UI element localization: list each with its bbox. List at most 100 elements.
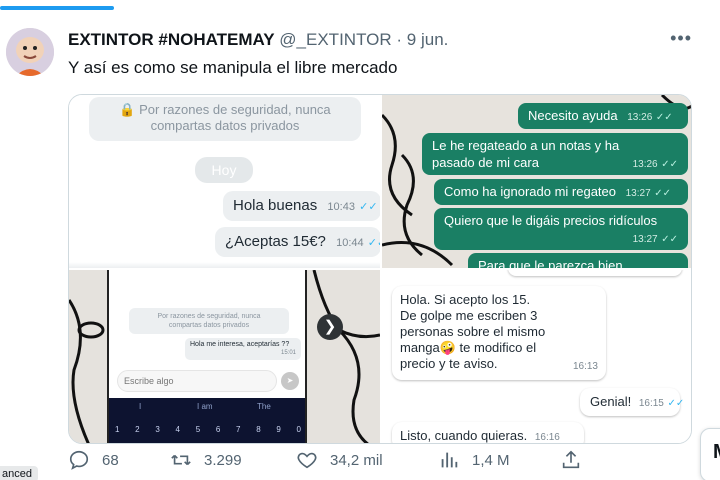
retweet-icon: [171, 454, 191, 466]
chat-bubble: Le he regateado a un notas y ha pasado d…: [422, 133, 688, 175]
message-time: 16:15: [638, 398, 664, 409]
action-bar: 68 3.299 34,2 mil 1,4 M: [68, 448, 588, 472]
keyboard-suggestion: The: [257, 402, 271, 411]
message-time: 16:16: [534, 432, 560, 443]
tab-indicator: [0, 6, 114, 10]
read-ticks-icon: ✓✓: [359, 201, 378, 213]
read-ticks-icon: ✓✓: [661, 159, 678, 170]
read-ticks-icon: ✓✓: [367, 237, 380, 249]
message-line: De golpe me escriben 3: [400, 308, 538, 323]
message-line: manga: [400, 340, 440, 355]
message-line: personas sobre el mismo: [400, 324, 546, 339]
chat-bubble: Quiero que le digáis precios ridículos 1…: [434, 208, 688, 250]
message-text: Genial!: [590, 394, 632, 409]
chat-bubble-partial: [508, 270, 682, 276]
tweet-text: Y así es como se manipula el libre merca…: [68, 58, 398, 77]
display-name[interactable]: EXTINTOR #NOHATEMAY: [68, 30, 275, 49]
message-text: Quiero que le digáis precios ridículos: [444, 213, 658, 228]
key: 6: [215, 425, 221, 434]
chat-bubble: Hola buenas 10:43 ✓✓: [223, 191, 380, 221]
message-input: Escribe algo: [117, 370, 277, 392]
share-button[interactable]: [560, 448, 594, 472]
message-text-2: pasado de mi cara: [432, 155, 539, 170]
message-time: 13:27: [632, 234, 658, 245]
message-time: 16:13: [572, 361, 598, 372]
media-image-3[interactable]: Por razones de seguridad, nunca comparta…: [69, 270, 380, 443]
edge-chip[interactable]: anced: [0, 466, 38, 480]
notice-line-1: Por razones de seguridad, nunca: [139, 102, 331, 117]
chevron-right-icon[interactable]: ❯: [317, 314, 343, 340]
read-ticks-icon: ✓✓: [654, 188, 672, 199]
key: 5: [195, 425, 201, 434]
views-button[interactable]: 1,4 M: [438, 448, 510, 472]
key: 0: [296, 425, 301, 434]
more-horizontal-icon[interactable]: •••: [670, 28, 692, 49]
phone-screenshot: Por razones de seguridad, nunca comparta…: [107, 270, 307, 443]
chat-bubble: Listo, cuando quieras. 16:16: [392, 422, 584, 443]
send-icon: ➤: [281, 372, 299, 390]
message-time: 13:26: [632, 159, 658, 170]
chat-bubble: Para que le parezca bien: [468, 253, 688, 268]
chat-bubble: ¿Aceptas 15€? 10:44 ✓✓: [215, 227, 380, 257]
chat-bubble: Hola me interesa, aceptarías ?? 15:01: [185, 338, 301, 360]
lock-icon: 🔒: [119, 102, 136, 117]
media-image-1[interactable]: 🔒 Por razones de seguridad, nunca compar…: [69, 95, 380, 268]
separator-dot: ·: [396, 30, 403, 49]
message-line: precio y te aviso.: [400, 356, 498, 371]
message-text: Para que le parezca bien: [478, 258, 623, 268]
notice-line-2: compartas datos privados: [150, 118, 300, 133]
message-text: Listo, cuando quieras.: [400, 428, 528, 443]
key: 2: [135, 425, 140, 434]
security-notice: 🔒 Por razones de seguridad, nunca compar…: [89, 97, 361, 141]
reply-count: 68: [102, 451, 119, 469]
message-time: 10:44: [336, 237, 364, 249]
keyboard: I I am The 1 2 3 4 5 6 7 8 9 0: [109, 398, 305, 443]
avatar[interactable]: [6, 28, 54, 76]
like-count: 34,2 mil: [330, 451, 383, 469]
read-ticks-icon: ✓✓: [667, 398, 685, 409]
reply-button[interactable]: 68: [68, 448, 119, 472]
keyboard-number-row: 1 2 3 4 5 6 7 8 9 0: [115, 425, 301, 434]
share-icon: [562, 450, 580, 469]
message-line: Hola. Si acepto los 15.: [400, 292, 531, 307]
tweet-date[interactable]: 9 jun.: [407, 30, 449, 49]
message-text: Como ha ignorado mi regateo: [444, 184, 616, 199]
heart-icon: [297, 452, 317, 469]
message-line: te modifico el: [455, 340, 537, 355]
read-ticks-icon: ✓✓: [661, 234, 678, 245]
notice-line-1: Por razones de seguridad, nunca: [157, 313, 261, 320]
like-button[interactable]: 34,2 mil: [296, 448, 383, 472]
key: 9: [276, 425, 281, 434]
reply-icon: [69, 450, 89, 470]
chat-bubble: Necesito ayuda 13:26 ✓✓: [518, 103, 688, 129]
key: 4: [175, 425, 180, 434]
retweet-button[interactable]: 3.299: [170, 448, 242, 472]
chat-bubble: Como ha ignorado mi regateo 13:27 ✓✓: [434, 179, 688, 205]
chat-bubble: Hola. Si acepto los 15. De golpe me escr…: [392, 286, 606, 380]
divider: [69, 262, 380, 268]
message-text: ¿Aceptas 15€?: [225, 233, 326, 250]
media-image-4[interactable]: Hola. Si acepto los 15. De golpe me escr…: [382, 270, 691, 443]
emoji: 🤪: [439, 340, 456, 355]
key: 1: [115, 425, 120, 434]
tweet[interactable]: EXTINTOR #NOHATEMAY @_EXTINTOR · 9 jun. …: [0, 12, 720, 480]
key: 8: [256, 425, 261, 434]
media-image-2[interactable]: Necesito ayuda 13:26 ✓✓ Le he regateado …: [382, 95, 691, 268]
message-text: Necesito ayuda: [528, 108, 618, 123]
edge-card[interactable]: M: [700, 428, 720, 480]
retweet-count: 3.299: [204, 451, 242, 469]
message-time: 10:43: [327, 201, 355, 213]
key: 7: [236, 425, 241, 434]
media-grid: 🔒 Por razones de seguridad, nunca compar…: [68, 94, 692, 444]
tweet-header: EXTINTOR #NOHATEMAY @_EXTINTOR · 9 jun.: [68, 30, 448, 50]
message-time: 13:27: [625, 188, 651, 199]
key: 3: [155, 425, 160, 434]
day-chip: Hoy: [195, 157, 253, 183]
notice-line-2: compartas datos privados: [168, 322, 250, 329]
security-notice: Por razones de seguridad, nunca comparta…: [129, 308, 289, 334]
message-text: Hola me interesa, aceptarías ??: [190, 341, 290, 348]
user-handle[interactable]: @_EXTINTOR: [279, 30, 391, 49]
chat-bubble: Genial! 16:15 ✓✓: [580, 388, 684, 416]
read-ticks-icon: ✓✓: [655, 112, 673, 123]
keyboard-suggestion: I am: [197, 402, 213, 411]
